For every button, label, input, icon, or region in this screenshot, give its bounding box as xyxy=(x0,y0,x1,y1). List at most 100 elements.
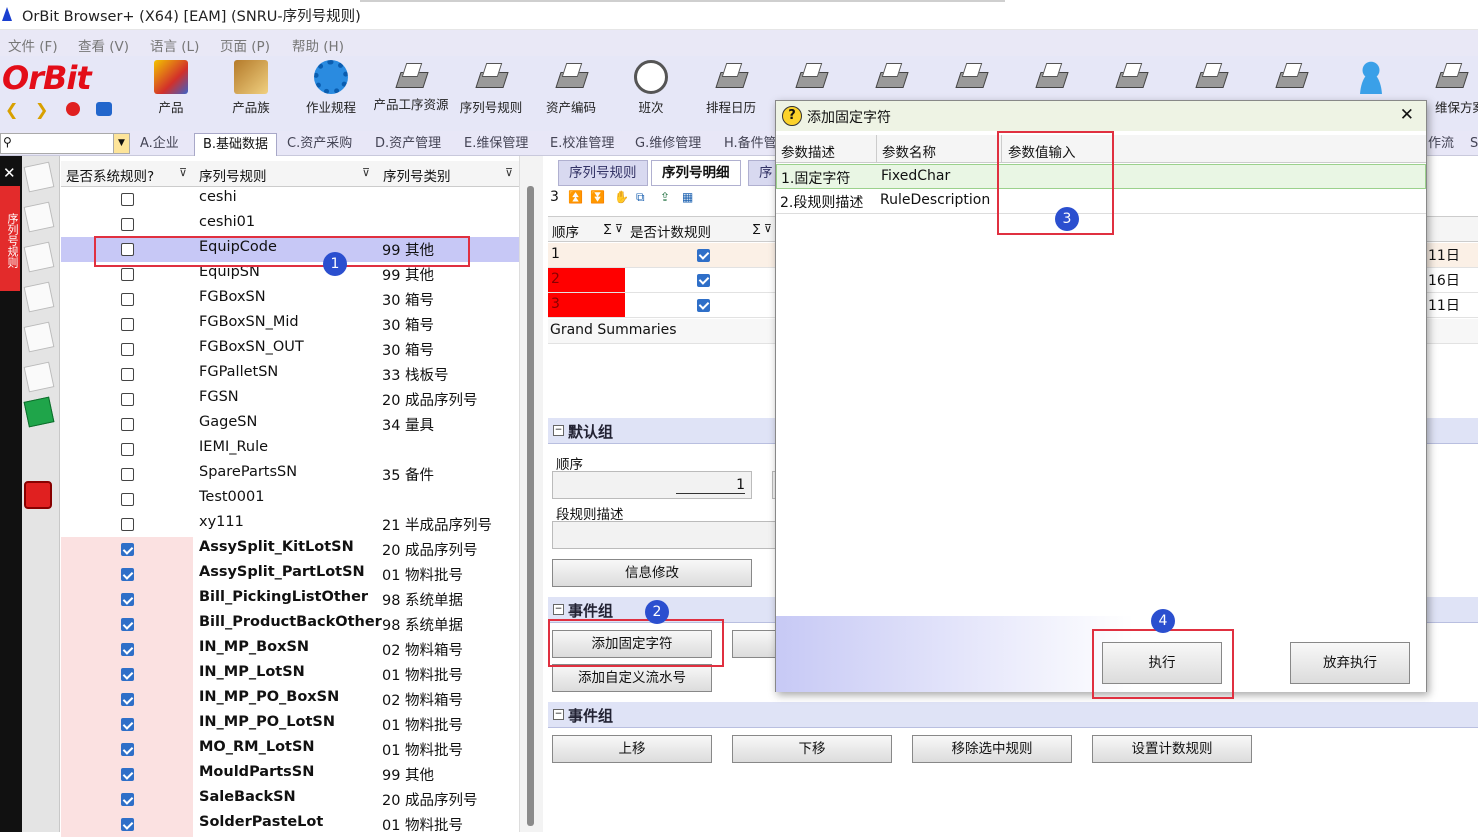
table-row[interactable]: IN_MP_PO_BoxSN 02 物料箱号 xyxy=(61,687,519,712)
table-row[interactable]: Bill_PickingListOther 98 系统单据 xyxy=(61,587,519,612)
export-icon[interactable]: ⇪ xyxy=(660,190,674,204)
home-icon[interactable] xyxy=(96,102,112,116)
col-rule-name[interactable]: 序列号规则 xyxy=(199,165,267,185)
toolbar-item-14[interactable] xyxy=(1172,60,1250,97)
checkbox-checked[interactable] xyxy=(697,299,710,312)
table-row[interactable]: IN_MP_PO_LotSN 01 物料批号 xyxy=(61,712,519,737)
checkbox[interactable] xyxy=(121,368,134,381)
toolbar-item-11[interactable] xyxy=(932,60,1010,97)
menu-help[interactable]: 帮助 (H) xyxy=(292,35,344,55)
menu-file[interactable]: 文件 (F) xyxy=(8,35,58,55)
checkbox-checked[interactable] xyxy=(121,818,134,831)
remove-selected-button[interactable]: 移除选中规则 xyxy=(912,735,1072,763)
move-down-button[interactable]: 下移 xyxy=(732,735,892,763)
subtab-serial-detail[interactable]: 序列号明细 xyxy=(651,160,741,186)
table-row[interactable]: IN_MP_BoxSN 02 物料箱号 xyxy=(61,637,519,662)
add-custom-serial-button[interactable]: 添加自定义流水号 xyxy=(552,664,712,692)
subtab-serial-rule[interactable]: 序列号规则 xyxy=(558,160,648,186)
checkbox-checked[interactable] xyxy=(121,668,134,681)
edit-info-button[interactable]: 信息修改 xyxy=(552,559,752,587)
scrollbar-thumb[interactable] xyxy=(527,186,534,826)
table-row[interactable]: FGPalletSN 33 栈板号 xyxy=(61,362,519,387)
toolbar-product[interactable]: 产品 xyxy=(132,60,210,116)
table-row[interactable]: ceshi xyxy=(61,187,519,212)
table-row[interactable]: MO_RM_LotSN 01 物料批号 xyxy=(61,737,519,762)
filter-icon[interactable]: ⊽ xyxy=(179,166,187,179)
table-row[interactable]: AssySplit_KitLotSN 20 成品序列号 xyxy=(61,537,519,562)
toolbar-asset-code[interactable]: 资产编码 xyxy=(532,60,610,116)
checkbox[interactable] xyxy=(121,518,134,531)
tab-repair-management[interactable]: G.维修管理 xyxy=(627,133,709,156)
sidebar-tab-serial-rule[interactable]: 序列号规则 xyxy=(0,186,20,291)
tab-basic-data[interactable]: B.基础数据 xyxy=(194,133,278,156)
table-row[interactable]: MouldPartsSN 99 其他 xyxy=(61,762,519,787)
menu-language[interactable]: 语言 (L) xyxy=(150,35,199,55)
table-row[interactable]: xy111 21 半成品序列号 xyxy=(61,512,519,537)
checkbox-checked[interactable] xyxy=(697,274,710,287)
cancel-execute-button[interactable]: 放弃执行 xyxy=(1290,642,1410,684)
checkbox[interactable] xyxy=(121,418,134,431)
excel-icon[interactable] xyxy=(23,396,55,428)
table-row[interactable]: SparePartsSN 35 备件 xyxy=(61,462,519,487)
col-order[interactable]: 顺序 xyxy=(552,221,579,241)
tab-maintenance-management[interactable]: E.维保管理 xyxy=(456,133,536,156)
checkbox[interactable] xyxy=(121,218,134,231)
checkbox[interactable] xyxy=(121,318,134,331)
stop-icon[interactable] xyxy=(66,102,80,116)
toolbar-process-resource[interactable]: 产品工序资源 xyxy=(372,60,450,112)
move-up-button[interactable]: 上移 xyxy=(552,735,712,763)
checkbox-checked[interactable] xyxy=(697,249,710,262)
table-row[interactable]: FGSN 20 成品序列号 xyxy=(61,387,519,412)
collapse-icon[interactable]: − xyxy=(553,425,564,436)
power-icon[interactable] xyxy=(24,481,52,509)
collapse-icon[interactable]: − xyxy=(553,604,564,615)
col-is-counter[interactable]: 是否计数规则 xyxy=(630,221,711,241)
table-row[interactable]: FGBoxSN_Mid 30 箱号 xyxy=(61,312,519,337)
sum-filter-icon[interactable]: ∑ ⊽ xyxy=(753,222,772,235)
grid-scrollbar[interactable] xyxy=(519,156,543,832)
table-row[interactable]: Test0001 xyxy=(61,487,519,512)
hand-icon[interactable]: ✋ xyxy=(614,190,629,204)
checkbox[interactable] xyxy=(121,443,134,456)
toolbar-item-12[interactable] xyxy=(1012,60,1090,97)
search-input[interactable]: ⚲ ▼ xyxy=(0,133,130,154)
table-row[interactable]: IN_MP_LotSN 01 物料批号 xyxy=(61,662,519,687)
col-rule-type[interactable]: 序列号类别 xyxy=(383,165,451,185)
sum-filter-icon[interactable]: ∑ ⊽ xyxy=(604,222,623,235)
toolbar-shift[interactable]: 班次 xyxy=(612,60,690,116)
checkbox[interactable] xyxy=(121,493,134,506)
checkbox-checked[interactable] xyxy=(121,768,134,781)
tab-s[interactable]: S xyxy=(1462,133,1478,156)
checkbox-checked[interactable] xyxy=(121,593,134,606)
checkbox[interactable] xyxy=(121,293,134,306)
table-row[interactable]: FGBoxSN_OUT 30 箱号 xyxy=(61,337,519,362)
description-field[interactable] xyxy=(552,521,780,549)
table-row[interactable]: IEMI_Rule xyxy=(61,437,519,462)
close-icon[interactable]: ✕ xyxy=(1400,105,1414,125)
table-icon[interactable]: ▦ xyxy=(682,190,696,204)
set-counter-rule-button[interactable]: 设置计数规则 xyxy=(1092,735,1252,763)
delete-icon[interactable] xyxy=(23,361,55,393)
col-is-system[interactable]: 是否系统规则? xyxy=(66,165,154,185)
filter-icon[interactable]: ⊽ xyxy=(505,166,513,179)
collapse-icon[interactable]: − xyxy=(553,709,564,720)
tab-asset-purchase[interactable]: C.资产采购 xyxy=(279,133,360,156)
undo-icon[interactable] xyxy=(23,321,55,353)
menu-page[interactable]: 页面 (P) xyxy=(220,35,270,55)
table-row[interactable]: SaleBackSN 20 成品序列号 xyxy=(61,787,519,812)
chevron-down-icon[interactable]: ▼ xyxy=(113,134,129,153)
toolbar-item-10[interactable] xyxy=(852,60,930,97)
table-row[interactable]: Bill_ProductBackOther 98 系统单据 xyxy=(61,612,519,637)
checkbox-checked[interactable] xyxy=(121,718,134,731)
toolbar-user[interactable] xyxy=(1332,60,1410,97)
table-row[interactable]: SolderPasteLot 01 物料批号 xyxy=(61,812,519,837)
toolbar-product-family[interactable]: 产品族 xyxy=(212,60,290,116)
tab-enterprise[interactable]: A.企业 xyxy=(132,133,187,156)
toolbar-item-9[interactable] xyxy=(772,60,850,97)
toolbar-item-13[interactable] xyxy=(1092,60,1170,97)
checkbox-checked[interactable] xyxy=(121,568,134,581)
event-group2-header[interactable]: − 事件组 xyxy=(548,702,1478,728)
checkbox[interactable] xyxy=(121,193,134,206)
toolbar-serial-rule[interactable]: 序列号规则 xyxy=(452,60,530,116)
pages-icon[interactable] xyxy=(23,201,55,233)
